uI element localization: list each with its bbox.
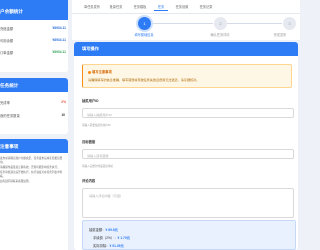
warning-icon <box>88 70 91 74</box>
list-item: 发布前请确认账户余额充足，任务发布后将冻结相应费用。 <box>0 157 63 164</box>
step-2-label: 确认任务详情 <box>210 33 230 37</box>
task-count-label: 我的任务数量 <box>0 114 20 118</box>
list-item: 请确保作品链接正确有效，否则可能影响任务执行。 <box>0 166 60 170</box>
summary-amount-value: ¥ 89.6元 <box>105 228 118 232</box>
step-connector <box>227 23 282 24</box>
step-3-indicator: 3 <box>283 17 296 30</box>
step-2-indicator: 2 <box>214 17 227 30</box>
notes-card: 注意事项 发布前请确认账户余额充足，任务发布后将冻结相应费用。 请确保作品链接正… <box>0 139 68 250</box>
link-hint: 请输入完整的作品链接地址 <box>82 165 114 168</box>
user-id-hint: 请输入需要抽奖的用户ID <box>82 124 111 127</box>
form-panel: 填写操作 填写注意事项 请确保填写的信息准确，填写错误将导致任务失败且费用无法退… <box>74 42 298 250</box>
warning-box: 填写注意事项 请确保填写的信息准确，填写错误将导致任务失败且费用无法退还，请仔细… <box>82 64 292 88</box>
list-item: 任务审核通过后开始执行，执行进度可在任务列表中查看。 <box>0 171 63 179</box>
field-user-id-label: 抽奖用户ID <box>82 99 99 103</box>
summary-fee-label: 手续费（2%）： <box>93 236 118 240</box>
summary-total-label: 实际扣除： <box>93 244 110 248</box>
link-input[interactable]: 请输入目标链接 <box>82 149 294 159</box>
field-link-label: 目标链接 <box>82 140 96 144</box>
task-completion-label: 完成率 <box>0 101 10 105</box>
summary-total: 实际扣除：¥ 91.39元 <box>93 243 124 248</box>
summary-total-value: ¥ 91.39元 <box>109 244 124 248</box>
summary-fee: 手续费（2%）：¥ 1.79元 <box>93 235 130 240</box>
account-row-order: 订单金额 ¥8934.11 <box>0 48 68 56</box>
task-completion-value: 2% <box>61 100 66 104</box>
tab-task-records[interactable]: 任务记录 <box>196 4 216 11</box>
form-panel-title: 填写操作 <box>74 42 298 56</box>
tab-single-task[interactable]: 单任务发布 <box>82 4 102 11</box>
account-row-recharge: 充值金额 ¥8934.11 <box>0 24 68 32</box>
task-completion-row: 完成率 2% <box>0 98 68 106</box>
task-count-row: 我的任务数量 10 <box>0 111 68 119</box>
task-stats-title: 任务统计 <box>0 78 68 92</box>
step-1-indicator: 1 <box>138 17 151 30</box>
step-progress: 1 2 3 填写基础信息 确认任务详情 完成发布 <box>72 14 300 40</box>
account-row-label: 充值金额 <box>0 27 14 31</box>
warning-title: 填写注意事项 <box>88 69 112 74</box>
notes-list: 发布前请确认账户余额充足，任务发布后将冻结相应费用。 请确保作品链接正确有效，否… <box>0 153 68 184</box>
step-connector <box>151 23 213 24</box>
notes-title: 注意事项 <box>0 139 68 153</box>
user-id-input[interactable]: 请输入抽奖用户ID <box>82 108 294 118</box>
task-count-value: 10 <box>61 113 65 117</box>
tab-task[interactable]: 任务 <box>154 4 168 11</box>
tab-bar: 单任务发布 批量任务 任务模板 任务 任务设置 任务记录 <box>72 0 300 14</box>
task-stats-card: 任务统计 完成率 2% 我的任务数量 10 <box>0 78 68 134</box>
comment-textarea[interactable]: 请输入评论内容（可选） <box>82 188 294 218</box>
list-item: 如有疑问请联系客服处理。 <box>0 180 32 184</box>
account-row-value: ¥8934.11 <box>52 26 66 30</box>
account-card-title: 户余额统计 <box>0 0 68 20</box>
step-3-label: 完成发布 <box>273 33 287 37</box>
account-row-available: 可用余额 ¥8934.11 <box>0 36 68 44</box>
tab-batch-task[interactable]: 批量任务 <box>106 4 126 11</box>
account-row-value: ¥8934.11 <box>52 50 66 54</box>
step-1-label: 填写基础信息 <box>134 33 154 37</box>
summary-fee-value: ¥ 1.79元 <box>117 236 131 240</box>
tab-task-settings[interactable]: 任务设置 <box>172 4 192 11</box>
field-comment-label: 评论内容 <box>82 179 96 183</box>
tab-task-template[interactable]: 任务模板 <box>130 4 150 11</box>
main-content: 单任务发布 批量任务 任务模板 任务 任务设置 任务记录 1 2 3 填写基础信… <box>72 0 300 250</box>
left-sidebar: 户余额统计 充值金额 ¥8934.11 可用余额 ¥8934.11 订单金额 ¥… <box>0 0 68 250</box>
warning-title-text: 填写注意事项 <box>92 70 112 74</box>
warning-body: 请确保填写的信息准确，填写错误将导致任务失败且费用无法退还，请仔细核对。 <box>88 78 200 82</box>
account-row-label: 可用余额 <box>0 39 14 43</box>
cost-summary: 抽奖金额：¥ 89.6元 手续费（2%）：¥ 1.79元 实际扣除：¥ 91.3… <box>82 220 296 250</box>
account-balance-card: 户余额统计 充值金额 ¥8934.11 可用余额 ¥8934.11 订单金额 ¥… <box>0 0 68 72</box>
account-row-value: ¥8934.11 <box>52 38 66 42</box>
summary-amount-label: 抽奖金额： <box>89 228 106 232</box>
account-row-label: 订单金额 <box>0 51 14 55</box>
summary-amount: 抽奖金额：¥ 89.6元 <box>89 227 118 232</box>
